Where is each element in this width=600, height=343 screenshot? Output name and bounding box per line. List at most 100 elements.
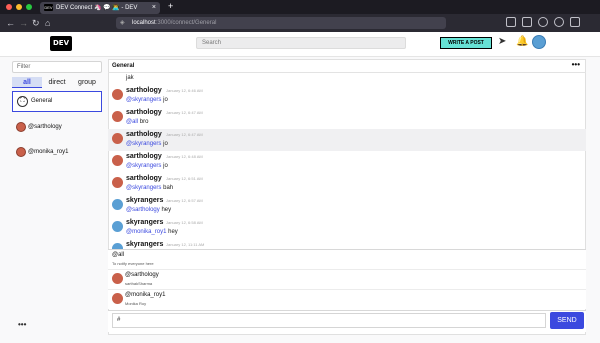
message-time: January 12, 6:48 AM xyxy=(166,154,203,159)
avatar xyxy=(112,199,123,210)
search-input[interactable]: Search xyxy=(196,37,406,49)
message-body: jak xyxy=(126,75,134,81)
filter-input[interactable]: Filter xyxy=(12,61,102,73)
pocket-icon[interactable] xyxy=(506,17,516,27)
mention-suggestions: @all To notify everyone here @sarthology… xyxy=(108,249,586,309)
chat-more-icon[interactable]: ••• xyxy=(572,59,580,71)
message-body: @all bro xyxy=(126,119,148,125)
mention[interactable]: @monika_roy1 xyxy=(126,229,166,235)
download-icon[interactable] xyxy=(522,17,532,27)
close-tab-icon[interactable]: × xyxy=(152,2,156,14)
reload-icon[interactable]: ↻ xyxy=(32,17,40,29)
browser-tab[interactable]: DEV DEV Connect 🦄 💬 👨‍💻 - DEV × xyxy=(40,2,160,14)
dm-label: @monika_roy1 xyxy=(28,149,69,155)
suggestion-sub: Monika Roy xyxy=(125,301,147,306)
group-icon: ⛶ xyxy=(17,96,28,107)
mention[interactable]: @skyrangers xyxy=(126,141,161,147)
back-icon[interactable]: ← xyxy=(6,17,15,29)
message-body: @monika_roy1 hey xyxy=(126,229,178,235)
message: sarthology January 12, 6:47 AM @all bro xyxy=(108,107,586,129)
message: sarthology January 12, 6:51 AM @skyrange… xyxy=(108,173,586,195)
menu-icon[interactable] xyxy=(570,17,580,27)
message-author[interactable]: sarthology xyxy=(126,153,162,160)
suggestion-name: @all xyxy=(112,252,125,258)
message-author[interactable]: sarthology xyxy=(126,175,162,182)
message: sarthology January 12, 6:46 AM @skyrange… xyxy=(108,85,586,107)
dm-item-monika[interactable]: @monika_roy1 xyxy=(16,147,68,157)
suggestion-sarthology[interactable]: @sarthology sarthakSharma xyxy=(108,270,586,290)
message-input[interactable]: # xyxy=(112,313,546,328)
channel-item-general[interactable]: ⛶ General xyxy=(12,91,102,112)
suggestion-name: @sarthology xyxy=(125,272,159,278)
suggestion-monika[interactable]: @monika_roy1 Monika Roy xyxy=(108,290,586,310)
window-close-button[interactable] xyxy=(6,4,12,10)
message: skyrangers January 12, 11:11 AM xyxy=(108,239,586,249)
message-author[interactable]: sarthology xyxy=(126,109,162,116)
avatar xyxy=(112,293,123,304)
partial-message: jak xyxy=(108,73,586,85)
window-minimize-button[interactable] xyxy=(16,4,22,10)
suggestion-sub: sarthakSharma xyxy=(125,281,153,286)
avatar xyxy=(112,273,123,284)
send-connect-icon[interactable]: ➤ xyxy=(498,36,506,47)
message-author[interactable]: skyrangers xyxy=(126,219,163,226)
write-post-button[interactable]: WRITE A POST xyxy=(440,37,492,49)
tab-direct[interactable]: direct xyxy=(42,77,72,88)
tab-title: DEV Connect 🦄 💬 👨‍💻 - DEV xyxy=(56,5,138,11)
avatar xyxy=(16,147,26,157)
new-tab-icon[interactable]: + xyxy=(168,1,173,11)
window-maximize-button[interactable] xyxy=(26,4,32,10)
dev-favicon: DEV xyxy=(44,3,53,11)
message-text: jo xyxy=(161,163,168,169)
message-author[interactable]: skyrangers xyxy=(126,241,163,248)
url-host: localhost xyxy=(132,20,156,26)
message-body: @skyrangers jo xyxy=(126,163,168,169)
url-bar[interactable]: ◈ localhost:3000/connect/General xyxy=(116,17,446,29)
message-list[interactable]: jak sarthology January 12, 6:46 AM @skyr… xyxy=(108,73,586,249)
mention[interactable]: @skyrangers xyxy=(126,163,161,169)
message-body: @skyrangers jo xyxy=(126,97,168,103)
user-avatar[interactable] xyxy=(532,35,546,49)
mention[interactable]: @all xyxy=(126,119,138,125)
bell-icon[interactable]: 🔔 xyxy=(516,36,528,47)
message-text: hey xyxy=(159,207,172,213)
suggestion-all[interactable]: @all To notify everyone here xyxy=(108,250,586,270)
shield-icon: ◈ xyxy=(120,20,125,26)
suggestion-name: @monika_roy1 xyxy=(125,292,166,298)
url-path: :3000/connect/General xyxy=(155,20,217,26)
suggestion-sub: To notify everyone here xyxy=(112,261,154,266)
message: sarthology January 12, 6:47 AM @skyrange… xyxy=(108,129,586,151)
message: skyrangers January 12, 6:58 AM @monika_r… xyxy=(108,217,586,239)
message-text: jo xyxy=(161,141,168,147)
mention[interactable]: @skyrangers xyxy=(126,185,161,191)
home-icon[interactable]: ⌂ xyxy=(45,17,50,29)
channel-tabs: all direct group xyxy=(12,77,102,88)
avatar xyxy=(112,177,123,188)
mention[interactable]: @skyrangers xyxy=(126,97,161,103)
dm-item-sarthology[interactable]: @sarthology xyxy=(16,122,62,132)
tab-group[interactable]: group xyxy=(72,77,102,88)
avatar xyxy=(112,155,123,166)
sidebar-more-icon[interactable]: ••• xyxy=(18,320,26,329)
browser-tab-bar: DEV DEV Connect 🦄 💬 👨‍💻 - DEV × + xyxy=(0,0,600,14)
tab-all[interactable]: all xyxy=(12,77,42,88)
send-button[interactable]: SEND xyxy=(550,312,584,329)
forward-icon[interactable]: → xyxy=(19,17,28,29)
message-text: hey xyxy=(166,229,178,235)
account-icon[interactable] xyxy=(554,17,564,27)
message-author[interactable]: sarthology xyxy=(126,87,162,94)
dev-logo[interactable]: DEV xyxy=(50,36,72,51)
avatar xyxy=(112,133,123,144)
mention[interactable]: @sarthology xyxy=(126,207,160,213)
message-time: January 12, 6:51 AM xyxy=(166,176,203,181)
message-time: January 12, 6:57 AM xyxy=(166,198,203,203)
message-author[interactable]: sarthology xyxy=(126,131,162,138)
message-author[interactable]: skyrangers xyxy=(126,197,163,204)
dm-label: @sarthology xyxy=(28,124,62,130)
message-time: January 12, 11:11 AM xyxy=(166,242,205,247)
extensions-icon[interactable] xyxy=(538,17,548,27)
message-time: January 12, 6:47 AM xyxy=(166,110,203,115)
channel-label: General xyxy=(31,98,53,104)
message-time: January 12, 6:58 AM xyxy=(166,220,203,225)
message-body: @skyrangers jo xyxy=(126,141,168,147)
